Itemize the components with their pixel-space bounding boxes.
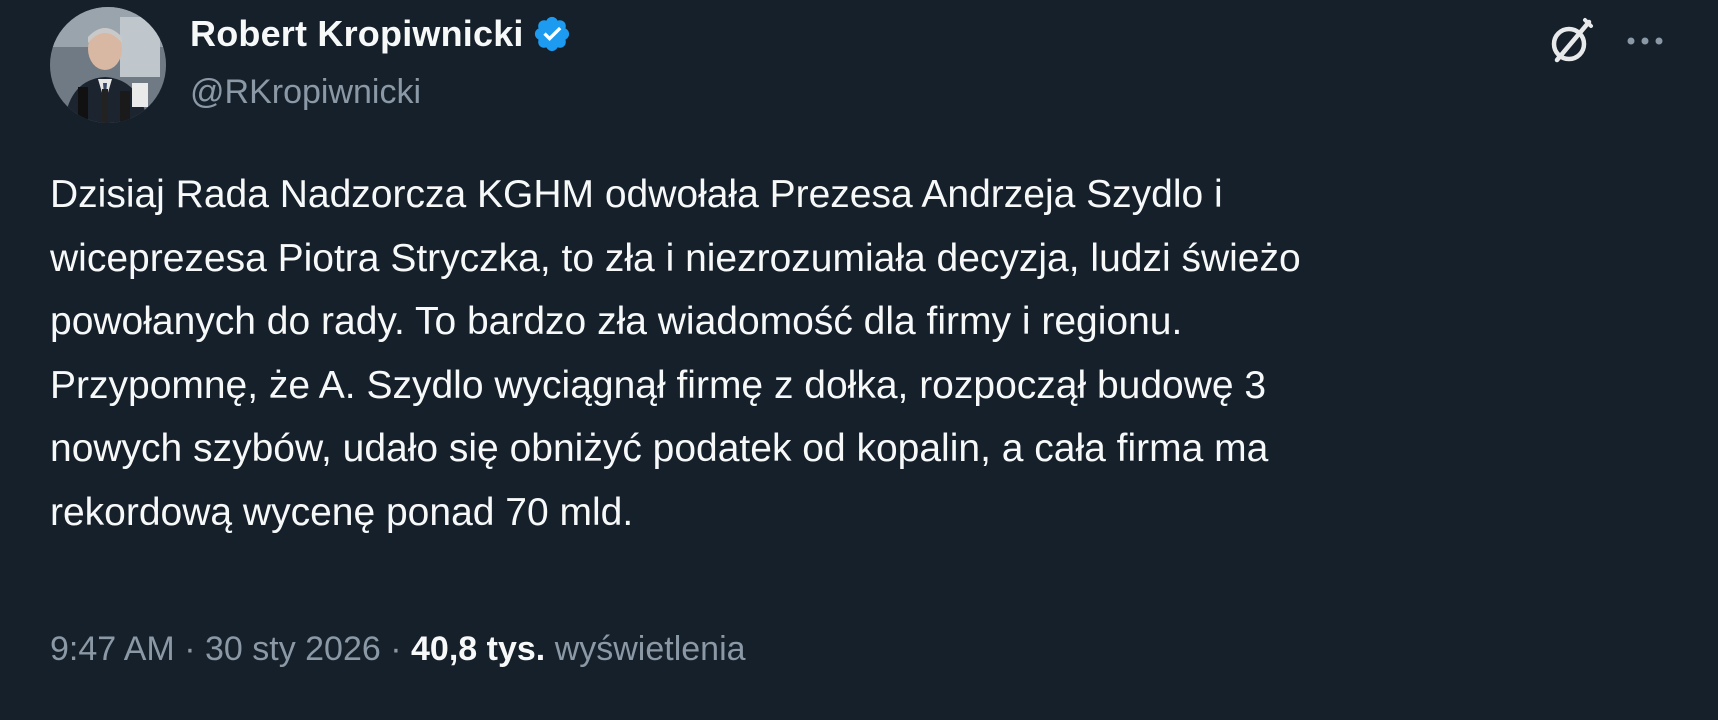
grok-icon[interactable] xyxy=(1545,14,1599,68)
tweet-time[interactable]: 9:47 AM xyxy=(50,630,175,668)
verified-badge-icon[interactable] xyxy=(532,14,572,54)
more-dots-icon[interactable] xyxy=(1618,14,1672,68)
tweet-meta: 9:47 AM · 30 sty 2026 · 40,8 tys. wyświe… xyxy=(50,625,746,673)
views-label[interactable]: wyświetlenia xyxy=(555,630,746,668)
author-name-row: Robert Kropiwnicki xyxy=(190,10,572,58)
avatar-image xyxy=(50,7,166,123)
meta-separator: · xyxy=(184,630,196,668)
avatar[interactable] xyxy=(50,7,166,123)
author-handle[interactable]: @RKropiwnicki xyxy=(190,68,421,116)
author-display-name[interactable]: Robert Kropiwnicki xyxy=(190,10,524,58)
tweet-card: Robert Kropiwnicki @RKropiwnicki Dzisiaj… xyxy=(0,0,1718,720)
tweet-text: Dzisiaj Rada Nadzorcza KGHM odwołała Pre… xyxy=(50,173,1301,534)
views-count[interactable]: 40,8 tys. xyxy=(411,630,545,668)
tweet-date[interactable]: 30 sty 2026 xyxy=(205,630,381,668)
meta-separator: · xyxy=(390,630,402,668)
